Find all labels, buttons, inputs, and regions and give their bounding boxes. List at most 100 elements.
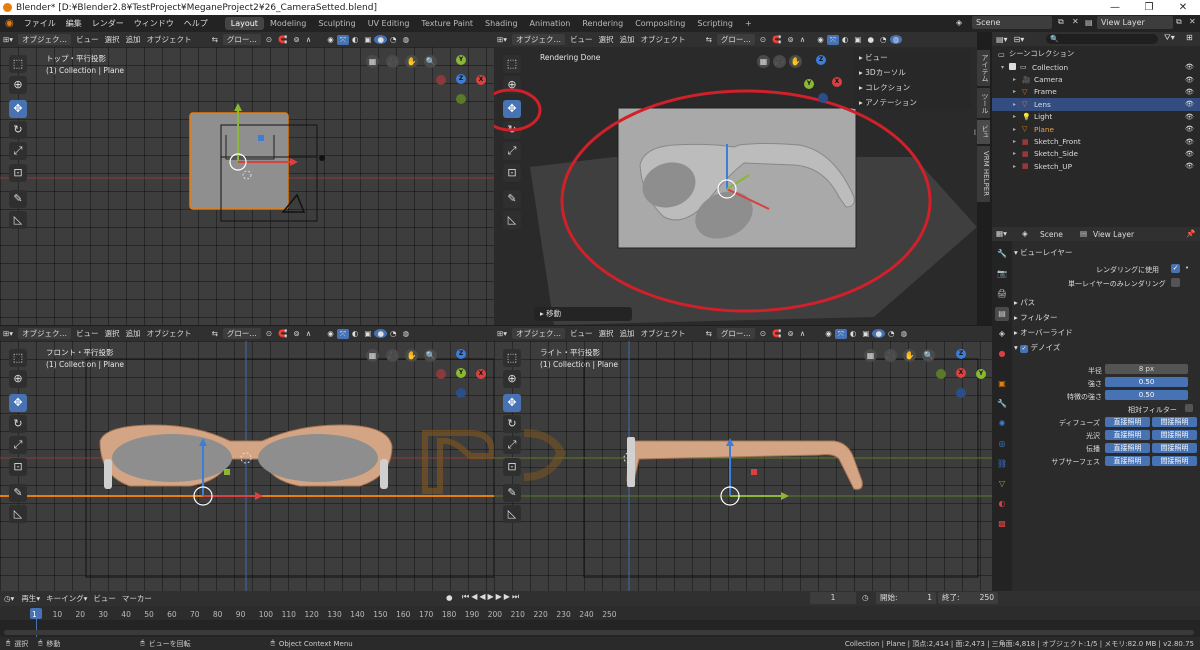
- falloff-icon[interactable]: ∧: [797, 35, 809, 44]
- maximize-button[interactable]: ❐: [1132, 0, 1166, 15]
- expand-arrow-icon[interactable]: ▸: [1013, 150, 1016, 157]
- direct-light-toggle[interactable]: 直接照明: [1105, 417, 1150, 427]
- pivot-icon[interactable]: ⊙: [757, 329, 769, 338]
- editor-type-icon[interactable]: ⊞▾: [0, 329, 16, 338]
- output-tab-icon[interactable]: 🖨: [995, 287, 1009, 301]
- visibility-icon[interactable]: ◉: [822, 329, 835, 338]
- gizmo-y-axis[interactable]: Y: [456, 55, 466, 65]
- snap-icon[interactable]: 🧲: [769, 35, 784, 44]
- gizmo-neg-z-axis[interactable]: [956, 388, 966, 398]
- camera-viewport[interactable]: Rendering Done ⬚ ⊕ ✥ ↻ ⤢ ⊡ ✎ ◺ ▦ 🎥 ✋ Z Y…: [494, 47, 977, 325]
- feature-strength-field[interactable]: 0.50: [1105, 390, 1188, 400]
- sidetab-vrm-helper[interactable]: VRM HELPER: [977, 146, 990, 202]
- view-layer-tab-icon[interactable]: ▤: [995, 307, 1009, 321]
- menu-add[interactable]: 追加: [123, 328, 144, 339]
- tool-cursor[interactable]: ⊕: [9, 370, 27, 388]
- falloff-icon[interactable]: ∧: [303, 35, 315, 44]
- orientation-dropdown[interactable]: グロー…: [222, 34, 261, 45]
- top-viewport[interactable]: トップ・平行投影 (1) Collection | Plane ⬚ ⊕ ✥ ↻ …: [0, 47, 494, 325]
- panel-annotation[interactable]: ▸ アノテーション: [859, 97, 917, 108]
- menu-select[interactable]: 選択: [102, 328, 123, 339]
- gizmo-z-axis[interactable]: Z: [456, 349, 466, 359]
- view-layer-section[interactable]: ▾ ビューレイヤー: [1014, 247, 1072, 258]
- add-workspace-button[interactable]: +: [739, 17, 758, 30]
- editor-type-icon[interactable]: ◷▾: [0, 594, 18, 603]
- gizmo-z-axis[interactable]: Z: [956, 349, 966, 359]
- last-operator-panel[interactable]: ▸ 移動: [534, 307, 632, 321]
- editor-type-icon[interactable]: ⊞▾: [494, 329, 510, 338]
- camera-view-icon[interactable]: 🎥: [386, 55, 399, 68]
- timeline-scrollbar[interactable]: [4, 630, 1194, 635]
- menu-marker[interactable]: マーカー: [119, 593, 155, 604]
- gizmo-y-axis[interactable]: Y: [804, 79, 814, 89]
- tool-rotate[interactable]: ↻: [503, 415, 521, 433]
- tool-cursor[interactable]: ⊕: [9, 76, 27, 94]
- sidetab-tool[interactable]: ツール: [977, 88, 990, 118]
- visibility-eye-icon[interactable]: 👁: [1185, 150, 1194, 158]
- overlay-icon[interactable]: ◐: [349, 329, 362, 338]
- menu-add[interactable]: 追加: [617, 328, 638, 339]
- visibility-eye-icon[interactable]: 👁: [1185, 162, 1194, 170]
- menu-object[interactable]: オブジェクト: [144, 34, 195, 45]
- shading-material-icon[interactable]: ◔: [877, 35, 890, 44]
- shading-solid-icon[interactable]: ●: [374, 329, 388, 338]
- expand-arrow-icon[interactable]: ▸: [1013, 126, 1016, 133]
- particles-tab-icon[interactable]: ✺: [995, 417, 1009, 431]
- right-viewport[interactable]: ライト・平行投影 (1) Collection | Plane ⬚ ⊕ ✥ ↻ …: [494, 341, 992, 591]
- zoom-icon[interactable]: 🔍: [424, 349, 437, 362]
- passes-section[interactable]: ▸ パス: [1014, 297, 1035, 308]
- visibility-eye-icon[interactable]: 👁: [1185, 125, 1194, 133]
- pivot-icon[interactable]: ⊙: [263, 329, 275, 338]
- scene-selector[interactable]: Scene: [972, 16, 1052, 29]
- gizmo-icon[interactable]: ⤧: [336, 34, 349, 45]
- visibility-eye-icon[interactable]: 👁: [1185, 100, 1194, 108]
- overlay-icon[interactable]: ◐: [847, 329, 860, 338]
- menu-add[interactable]: 追加: [617, 34, 638, 45]
- outliner-item[interactable]: ▸ ▽ Plane 👁: [992, 123, 1200, 135]
- visibility-eye-icon[interactable]: 👁: [1185, 76, 1194, 84]
- tool-transform[interactable]: ⊡: [503, 458, 521, 476]
- shading-material-icon[interactable]: ◔: [885, 329, 898, 338]
- gizmo-x-axis[interactable]: X: [476, 75, 486, 85]
- tool-annotate[interactable]: ✎: [503, 484, 521, 502]
- camera-view-icon[interactable]: 🎥: [386, 349, 399, 362]
- menu-view[interactable]: ビュー: [567, 34, 596, 45]
- blender-menu-icon[interactable]: ◉: [0, 18, 19, 29]
- visibility-icon[interactable]: ◉: [814, 35, 827, 44]
- modifier-tab-icon[interactable]: 🔧: [995, 397, 1009, 411]
- copy-icon[interactable]: ⧉: [1058, 17, 1064, 27]
- tool-move[interactable]: ✥: [9, 100, 27, 118]
- menu-render[interactable]: レンダー: [87, 18, 129, 29]
- expand-arrow-icon[interactable]: ▸: [1013, 101, 1016, 108]
- gizmo-x-axis[interactable]: X: [832, 77, 842, 87]
- tab-scripting[interactable]: Scripting: [691, 17, 739, 30]
- outliner-item[interactable]: ▸ ▽ Frame 👁: [992, 86, 1200, 98]
- menu-object[interactable]: オブジェクト: [638, 34, 689, 45]
- pan-hand-icon[interactable]: ✋: [903, 349, 916, 362]
- tab-uv-editing[interactable]: UV Editing: [362, 17, 416, 30]
- grid-view-icon[interactable]: ▦: [366, 55, 379, 68]
- editor-type-icon[interactable]: ▤▾: [992, 35, 1012, 44]
- tool-scale[interactable]: ⤢: [503, 142, 521, 160]
- record-button[interactable]: ●: [446, 593, 453, 602]
- shading-rendered-icon[interactable]: ◍: [889, 35, 903, 44]
- denoise-checkbox[interactable]: ✓: [1020, 345, 1029, 353]
- mode-dropdown[interactable]: オブジェク…: [18, 34, 72, 45]
- expand-arrow-icon[interactable]: ▸: [1013, 88, 1016, 95]
- grid-view-icon[interactable]: ▦: [366, 349, 379, 362]
- direct-light-toggle[interactable]: 直接照明: [1105, 443, 1150, 453]
- menu-window[interactable]: ウィンドウ: [129, 18, 179, 29]
- menu-object[interactable]: オブジェクト: [144, 328, 195, 339]
- copy-layer-icon[interactable]: ⧉: [1176, 17, 1182, 27]
- tool-cursor[interactable]: ⊕: [503, 370, 521, 388]
- expand-arrow-icon[interactable]: ▾: [1001, 64, 1004, 71]
- grid-view-icon[interactable]: ▦: [864, 349, 877, 362]
- editor-type-icon[interactable]: ▦▾: [996, 229, 1007, 238]
- tab-compositing[interactable]: Compositing: [629, 17, 691, 30]
- filter-icon[interactable]: ⛛▾: [1164, 33, 1175, 43]
- outliner-item[interactable]: ▸ ▦ Sketch_UP 👁: [992, 160, 1200, 172]
- gizmo-x-axis[interactable]: X: [476, 369, 486, 379]
- menu-select[interactable]: 選択: [596, 328, 617, 339]
- tool-tab-icon[interactable]: 🔧: [995, 247, 1009, 261]
- tool-scale[interactable]: ⤢: [9, 142, 27, 160]
